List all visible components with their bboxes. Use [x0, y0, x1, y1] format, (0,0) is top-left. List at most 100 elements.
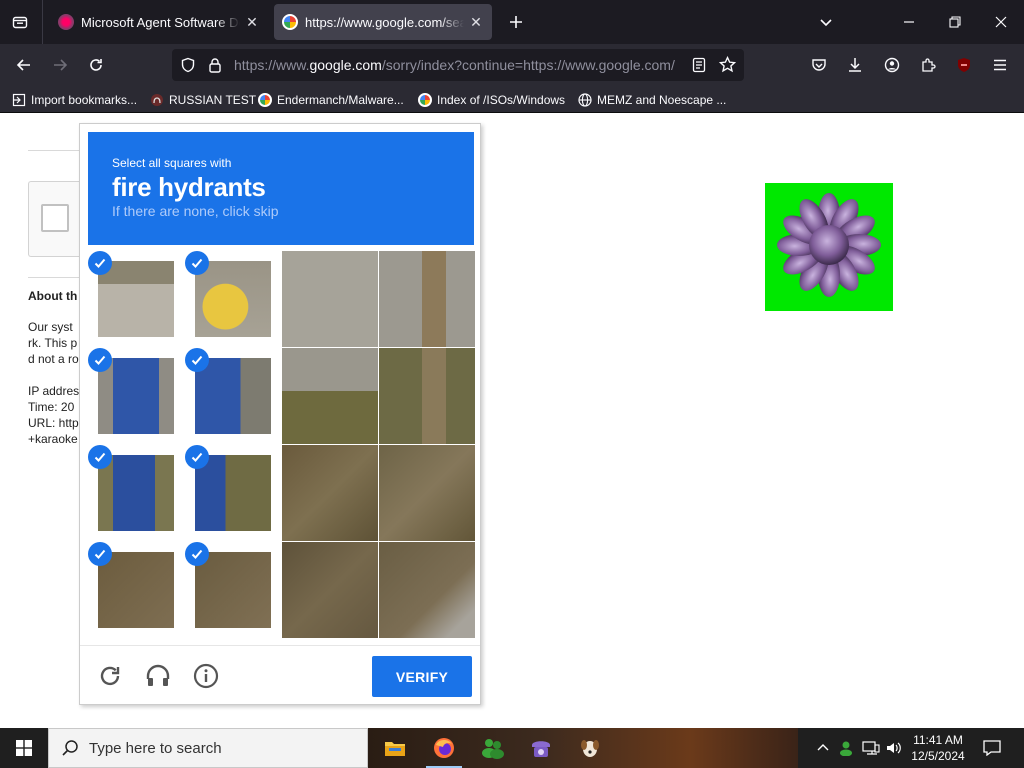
bookmark-russian-test[interactable]: RUSSIAN TEST: [150, 90, 256, 110]
pocket-button[interactable]: [804, 50, 834, 80]
list-all-tabs-button[interactable]: [812, 8, 840, 36]
headphones-icon: [146, 664, 170, 686]
tab-google-sorry[interactable]: https://www.google.com/searc ✕: [274, 4, 492, 40]
notifications-button[interactable]: [978, 728, 1006, 768]
tile-image: [379, 251, 475, 347]
minimize-button[interactable]: [895, 8, 923, 36]
volume-button[interactable]: [884, 728, 904, 768]
audio-challenge-button[interactable]: [143, 661, 173, 691]
close-tab-icon[interactable]: ✕: [244, 14, 260, 31]
tile-image: [195, 358, 271, 434]
challenge-target: fire hydrants: [112, 172, 266, 202]
captcha-tile[interactable]: [88, 251, 184, 347]
ublock-button[interactable]: [949, 50, 979, 80]
recaptcha-checkbox[interactable]: [41, 204, 69, 232]
captcha-tile[interactable]: [185, 542, 281, 638]
google-icon: [282, 14, 298, 30]
tile-image: [195, 552, 271, 628]
bookmark-memz[interactable]: MEMZ and Noescape ...: [578, 90, 726, 110]
tile-image: [98, 358, 174, 434]
taskbar-clock[interactable]: 11:41 AM 12/5/2024: [908, 732, 968, 764]
green-people-icon: [482, 739, 504, 759]
captcha-tile[interactable]: [185, 251, 281, 347]
close-window-button[interactable]: [987, 8, 1015, 36]
show-hidden-icons-button[interactable]: [814, 728, 832, 768]
speaker-icon: [887, 742, 901, 754]
info-button[interactable]: [191, 661, 221, 691]
downloads-button[interactable]: [840, 50, 870, 80]
extensions-button[interactable]: [913, 50, 943, 80]
lock-icon[interactable]: [207, 57, 223, 73]
tile-image: [282, 251, 378, 347]
taskbar-search-box[interactable]: Type here to search: [48, 728, 368, 768]
checkmark-icon: [88, 542, 112, 566]
captcha-tile[interactable]: [282, 251, 378, 347]
verify-button[interactable]: VERIFY: [372, 656, 472, 697]
url-text[interactable]: https://www.google.com/sorry/index?conti…: [234, 57, 684, 73]
taskbar-bonzi-app[interactable]: [473, 732, 513, 764]
bookmarks-toolbar: Import bookmarks... RUSSIAN TEST Enderma…: [0, 86, 1024, 113]
shield-icon[interactable]: [180, 57, 196, 73]
image-grid: [88, 251, 475, 638]
taskbar-file-explorer[interactable]: [375, 732, 415, 764]
taskbar-phone-app[interactable]: [521, 732, 561, 764]
taskbar-firefox[interactable]: [424, 732, 464, 768]
address-bar[interactable]: https://www.google.com/sorry/index?conti…: [172, 49, 744, 81]
captcha-tile[interactable]: [282, 348, 378, 444]
captcha-tile[interactable]: [282, 445, 378, 541]
bookmark-label: Index of /ISOs/Windows: [437, 93, 566, 107]
taskbar-dog-app[interactable]: [570, 732, 610, 764]
bookmark-import[interactable]: Import bookmarks...: [12, 90, 137, 110]
bookmark-label: RUSSIAN TEST: [169, 93, 257, 107]
bookmark-endermanch[interactable]: Endermanch/Malware...: [258, 90, 404, 110]
new-tab-button[interactable]: [502, 8, 530, 36]
challenge-footer: VERIFY: [80, 645, 480, 704]
forward-button[interactable]: [45, 50, 75, 80]
menu-button[interactable]: [985, 50, 1015, 80]
account-button[interactable]: [877, 50, 907, 80]
body-line: IP addres: [28, 384, 80, 398]
back-button[interactable]: [9, 50, 39, 80]
captcha-tile[interactable]: [185, 348, 281, 444]
reader-view-icon[interactable]: [691, 57, 707, 73]
captcha-tile[interactable]: [379, 251, 475, 347]
checkmark-icon: [185, 348, 209, 372]
tab-list-button[interactable]: [6, 8, 34, 36]
captcha-tile[interactable]: [282, 542, 378, 638]
tab-separator: [42, 0, 43, 44]
reload-challenge-button[interactable]: [95, 661, 125, 691]
green-people-icon: [840, 741, 852, 756]
url-prefix: https://www.: [234, 57, 310, 73]
ublock-origin-icon: [958, 58, 970, 72]
reload-button[interactable]: [81, 50, 111, 80]
tab-favicon-icon: [58, 14, 74, 30]
github-icon: [151, 94, 163, 106]
captcha-tile[interactable]: [185, 445, 281, 541]
tile-image: [195, 261, 271, 337]
captcha-tile[interactable]: [88, 445, 184, 541]
checkmark-icon: [185, 542, 209, 566]
url-path: /sorry/index?continue=https://www.google…: [381, 57, 675, 73]
bookmark-label: Endermanch/Malware...: [277, 93, 404, 107]
captcha-tile[interactable]: [88, 348, 184, 444]
tray-app-icon[interactable]: [836, 728, 856, 768]
bookmark-star-icon[interactable]: [719, 56, 736, 73]
restore-icon: [949, 16, 961, 28]
captcha-tile[interactable]: [379, 348, 475, 444]
restore-button[interactable]: [941, 8, 969, 36]
captcha-tile[interactable]: [88, 542, 184, 638]
captcha-tile[interactable]: [379, 445, 475, 541]
bookmark-label: Import bookmarks...: [31, 93, 138, 107]
tab-microsoft-agent[interactable]: Microsoft Agent Software Down ✕: [50, 4, 268, 40]
network-button[interactable]: [860, 728, 882, 768]
account-icon: [884, 57, 900, 73]
tile-image: [195, 455, 271, 531]
tile-image: [282, 542, 378, 638]
bookmark-label: MEMZ and Noescape ...: [597, 93, 727, 107]
tile-image: [379, 348, 475, 444]
captcha-tile[interactable]: [379, 542, 475, 638]
bookmark-index-isos[interactable]: Index of /ISOs/Windows: [418, 90, 565, 110]
challenge-header: Select all squares with fire hydrants If…: [88, 132, 474, 245]
start-button[interactable]: [0, 728, 48, 768]
close-tab-icon[interactable]: ✕: [468, 14, 484, 31]
